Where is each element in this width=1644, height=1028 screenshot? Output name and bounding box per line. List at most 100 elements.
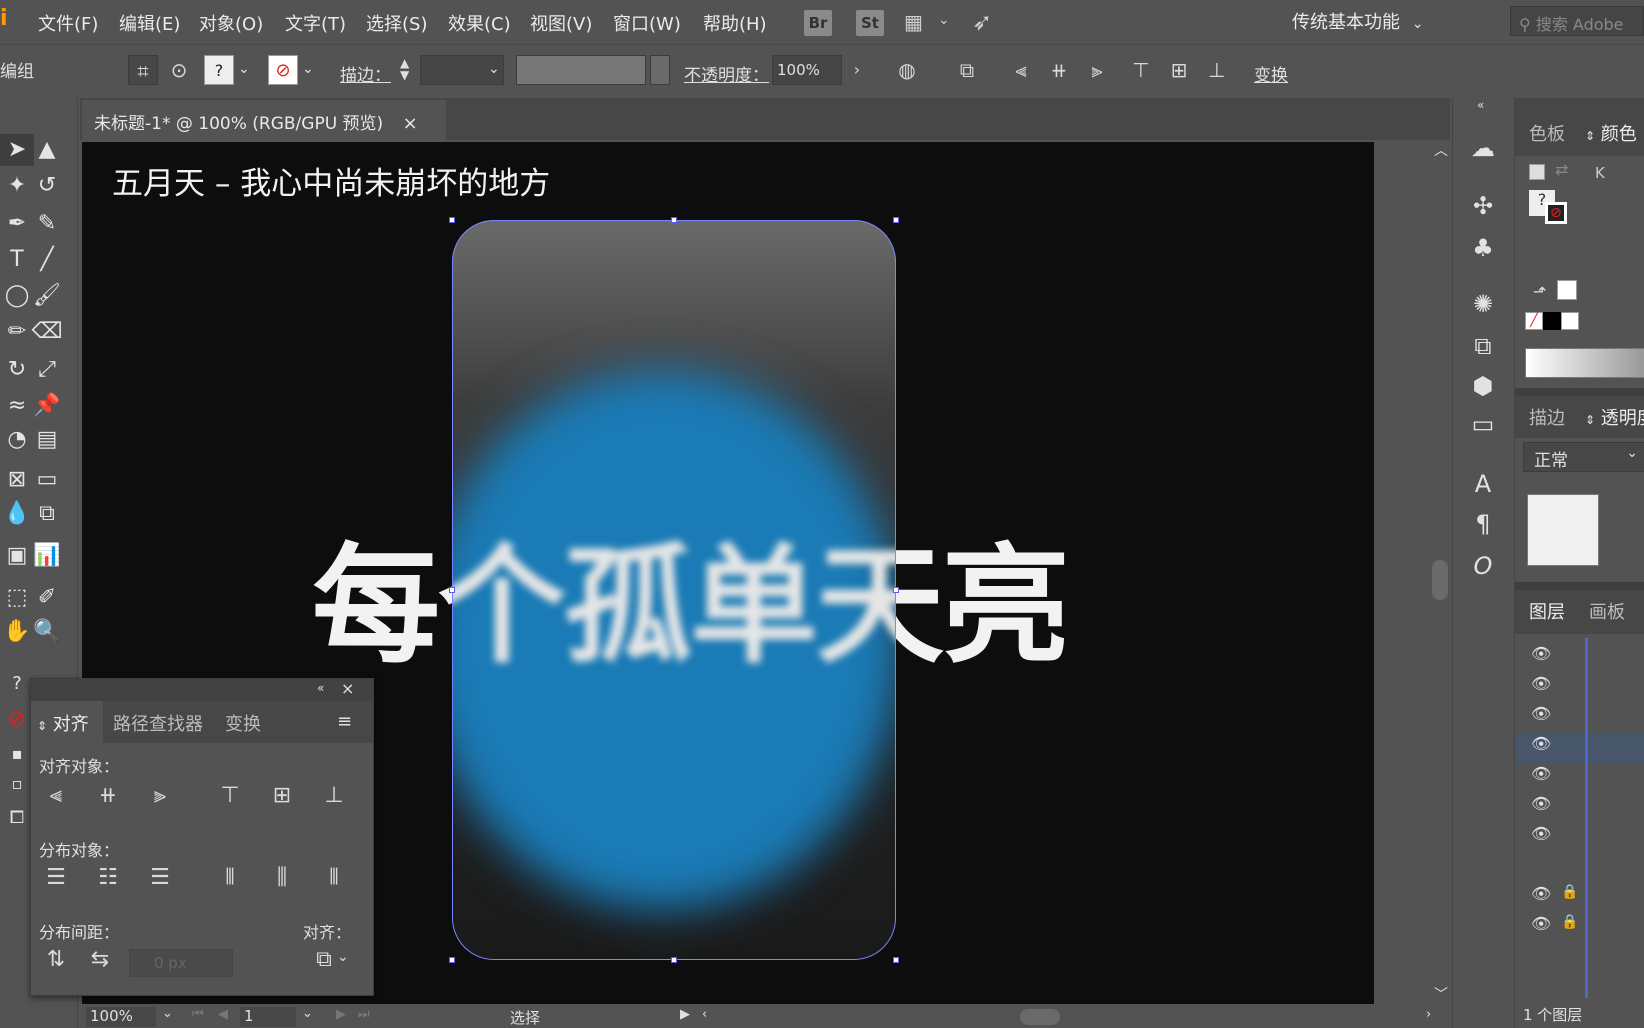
align-top-icon[interactable]: ⊤ [1126, 55, 1156, 85]
horizontal-distribute-space-icon[interactable]: ⇆ [85, 945, 115, 975]
visibility-eye-icon[interactable]: 👁 [1531, 884, 1551, 903]
curvature-tool-icon[interactable]: ✎ [30, 208, 64, 240]
vertical-distribute-bottom-icon[interactable]: ☰ [145, 863, 175, 893]
vertical-align-bottom-icon[interactable]: ⊥ [319, 781, 349, 811]
align-bottom-icon[interactable]: ⊥ [1202, 55, 1232, 85]
visibility-eye-icon[interactable]: 👁 [1531, 644, 1551, 663]
align-vertical-center-icon[interactable]: ⊞ [1164, 55, 1194, 85]
tab-layers[interactable]: 图层 [1529, 598, 1565, 624]
stroke-label[interactable]: 描边： [340, 61, 391, 86]
align-to-selection-icon[interactable]: ⧉ [309, 945, 339, 975]
chevron-down-icon[interactable]: ⌄ [162, 1006, 173, 1021]
visibility-eye-icon[interactable]: 👁 [1531, 704, 1551, 723]
help-icon[interactable]: ? [0, 668, 34, 700]
vertical-scrollbar[interactable]: ︿ ﹀ [1430, 140, 1450, 1004]
pen-tool-icon[interactable]: ✒ [0, 208, 34, 240]
character-icon[interactable]: A [1467, 468, 1499, 500]
visibility-eye-icon[interactable]: 👁 [1531, 914, 1551, 933]
selection-handle[interactable] [893, 587, 899, 593]
chevron-down-icon[interactable]: ⌄ [302, 61, 314, 77]
menu-help[interactable]: 帮助(H) [703, 10, 767, 36]
gpu-performance-icon[interactable]: ➶ [972, 8, 992, 36]
align-right-icon[interactable]: ⫸ [1082, 55, 1112, 85]
brushes-icon[interactable]: ✣ [1467, 190, 1499, 222]
column-graph-tool-icon[interactable]: 📊 [30, 540, 64, 572]
hand-tool-icon[interactable]: ✋ [0, 616, 34, 648]
opacity-label[interactable]: 不透明度： [684, 61, 769, 86]
selection-handle[interactable] [893, 957, 899, 963]
scale-tool-icon[interactable]: ⤢ [30, 354, 64, 386]
canvas-song-title[interactable]: 五月天 – 我心中尚未崩坏的地方 [112, 158, 550, 203]
opentype-icon[interactable]: O [1467, 550, 1499, 582]
align-horizontal-center-icon[interactable]: ⧺ [1044, 55, 1074, 85]
scroll-up-icon[interactable]: ︿ [1434, 140, 1448, 160]
lock-icon[interactable]: 🔒 [1561, 914, 1578, 930]
menu-object[interactable]: 对象(O) [199, 10, 263, 36]
change-screen-mode-icon[interactable]: ⧠ [0, 802, 34, 834]
tab-stroke[interactable]: 描边 [1529, 404, 1565, 430]
vertical-distribute-space-icon[interactable]: ⇅ [41, 945, 71, 975]
scroll-right-icon[interactable]: › [1426, 1007, 1431, 1022]
vertical-align-center-icon[interactable]: ⊞ [267, 781, 297, 811]
scrollbar-thumb[interactable] [1432, 560, 1448, 600]
chevron-down-icon[interactable]: ⌄ [302, 1006, 313, 1021]
align-left-icon[interactable]: ⫷ [1006, 55, 1036, 85]
tab-pathfinder[interactable]: 路径查找器 [113, 710, 203, 736]
eraser-tool-icon[interactable]: ⌫ [30, 316, 64, 348]
rotate-tool-icon[interactable]: ↻ [0, 354, 34, 386]
opacity-field[interactable]: 100% [772, 55, 842, 85]
close-icon[interactable]: × [403, 113, 418, 134]
tab-color[interactable]: ⇕ 颜色 [1585, 120, 1637, 146]
variable-width-profile[interactable] [516, 55, 646, 85]
slice-tool-icon[interactable]: ✐ [30, 582, 64, 614]
close-icon[interactable]: × [341, 679, 354, 698]
transform-icon[interactable]: ⧉ [1467, 330, 1499, 362]
menu-window[interactable]: 窗口(W) [613, 10, 681, 36]
first-artboard-icon[interactable]: ⏮ [192, 1007, 204, 1022]
stroke-swatch-icon[interactable]: ⊘ [0, 704, 34, 736]
line-tool-icon[interactable]: ╱ [30, 244, 64, 276]
lock-icon[interactable]: 🔒 [1561, 884, 1578, 900]
selection-bounding-box[interactable] [449, 217, 899, 963]
workspace-switcher[interactable]: 传统基本功能 ⌄ [1292, 8, 1423, 34]
selection-tool-icon[interactable]: ➤ [0, 134, 34, 166]
zoom-field[interactable]: 100% [86, 1007, 156, 1027]
symbols-icon[interactable]: ♣ [1467, 232, 1499, 264]
screen-mode-icon[interactable]: ▫ [0, 768, 34, 800]
arrange-documents-icon[interactable]: ▦ [904, 12, 928, 32]
selection-handle[interactable] [449, 587, 455, 593]
zoom-tool-icon[interactable]: 🔍 [30, 616, 64, 648]
visibility-eye-icon[interactable]: 👁 [1531, 674, 1551, 693]
menu-effect[interactable]: 效果(C) [448, 10, 511, 36]
appearance-icon[interactable]: ✺ [1467, 288, 1499, 320]
horizontal-distribute-center-icon[interactable]: ⫼ [267, 863, 297, 893]
opacity-mask-thumbnail[interactable] [1527, 494, 1599, 566]
tab-transparency[interactable]: ⇕ 透明度 [1585, 404, 1644, 430]
menu-edit[interactable]: 编辑(E) [119, 10, 180, 36]
3d-icon[interactable]: ⬢ [1467, 370, 1499, 402]
horizontal-align-center-icon[interactable]: ⧺ [93, 781, 123, 811]
none-swatch[interactable]: ╱ [1525, 312, 1543, 330]
isolate-group-icon[interactable]: ⌗ [128, 55, 158, 85]
horizontal-distribute-left-icon[interactable]: ⦀ [215, 863, 245, 893]
stock-button[interactable]: St [856, 10, 884, 36]
document-tab[interactable]: 未标题-1* @ 100% (RGB/GPU 预览) × [82, 100, 446, 140]
artboard-number-field[interactable]: 1 [240, 1007, 296, 1027]
scroll-down-icon[interactable]: ﹀ [1434, 984, 1448, 1004]
paragraph-icon[interactable]: ¶ [1467, 508, 1499, 540]
shape-builder-tool-icon[interactable]: ◔ [0, 424, 34, 456]
select-similar-icon[interactable]: ⊙ [164, 55, 194, 85]
cc-libraries-icon[interactable]: ☁ [1467, 132, 1499, 164]
menu-type[interactable]: 文字(T) [285, 10, 346, 36]
selection-handle[interactable] [893, 217, 899, 223]
width-tool-icon[interactable]: ≈ [0, 390, 34, 422]
collapse-panels-icon[interactable]: « [1477, 98, 1484, 112]
recolor-artwork-icon[interactable]: ◍ [892, 55, 922, 85]
next-artboard-icon[interactable]: ▶ [336, 1007, 346, 1022]
tab-artboards[interactable]: 画板 [1589, 598, 1625, 624]
default-colors-icon[interactable] [1529, 164, 1545, 180]
white-swatch[interactable] [1557, 280, 1577, 300]
menu-file[interactable]: 文件(F) [38, 10, 98, 36]
transform-link[interactable]: 变换 [1254, 61, 1288, 86]
lasso-tool-icon[interactable]: ↺ [30, 170, 64, 202]
